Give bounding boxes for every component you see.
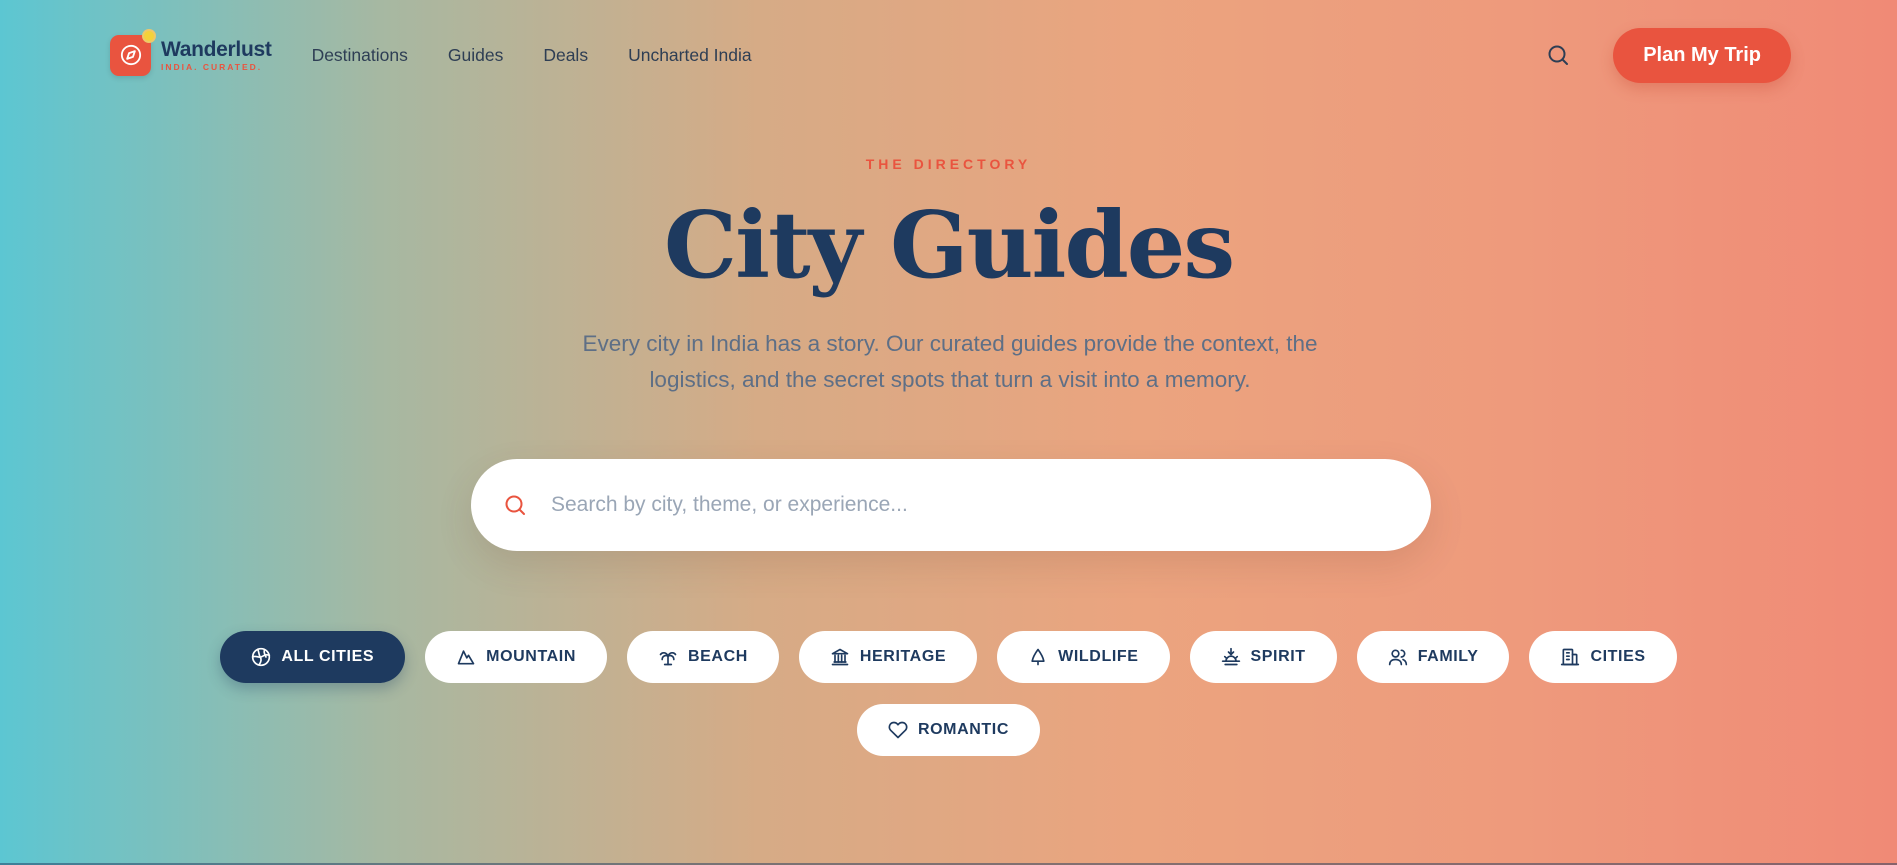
filter-chip-label: FAMILY	[1417, 648, 1479, 665]
filter-chip-label: HERITAGE	[859, 648, 947, 665]
globe-icon	[252, 647, 271, 667]
landmark-icon	[831, 648, 849, 666]
brand-logo[interactable]: Wanderlust INDIA. CURATED.	[110, 28, 272, 76]
filter-chip-cities[interactable]: CITIES	[1529, 631, 1677, 683]
brand-name: Wanderlust	[161, 37, 272, 61]
search-icon[interactable]	[1543, 40, 1573, 70]
page-title: City Guides	[663, 191, 1235, 299]
plan-my-trip-button[interactable]: Plan My Trip	[1613, 27, 1791, 83]
users-icon	[1388, 649, 1407, 666]
sunrise-icon	[1221, 647, 1240, 666]
search-icon	[505, 495, 525, 515]
filter-chip-wildlife[interactable]: WILDLIFE	[997, 631, 1170, 683]
filter-chip-all-cities[interactable]: ALL CITIES	[220, 631, 406, 683]
filter-chip-beach[interactable]: BEACH	[626, 631, 779, 683]
category-filters: ALL CITIES MOUNTAIN BEACH HERITAGE WILDL…	[180, 631, 1717, 756]
filter-chip-label: ALL CITIES	[281, 648, 375, 665]
filter-chip-label: CITIES	[1590, 648, 1646, 665]
filter-chip-heritage[interactable]: HERITAGE	[798, 631, 978, 683]
search-bar[interactable]	[471, 459, 1431, 551]
search-input[interactable]	[551, 493, 1371, 517]
page-subtitle: Every city in India has a story. Our cur…	[582, 331, 1318, 392]
filter-chip-label: WILDLIFE	[1058, 648, 1139, 665]
mountain-icon	[457, 650, 475, 665]
building-icon	[1561, 648, 1580, 666]
filter-chip-mountain[interactable]: MOUNTAIN	[425, 631, 607, 683]
filter-chip-family[interactable]: FAMILY	[1356, 631, 1510, 683]
nav-link-uncharted-india[interactable]: Uncharted India	[628, 45, 752, 66]
nav-link-deals[interactable]: Deals	[543, 45, 588, 66]
filter-chip-label: ROMANTIC	[917, 721, 1009, 738]
brand-tagline: INDIA. CURATED.	[161, 61, 263, 72]
filter-chip-label: SPIRIT	[1250, 648, 1306, 665]
top-navbar: Wanderlust INDIA. CURATED. Destinations …	[110, 27, 1791, 83]
heart-icon	[888, 721, 908, 739]
notification-dot	[142, 28, 156, 43]
palm-tree-icon	[659, 651, 677, 666]
nav-link-guides[interactable]: Guides	[448, 45, 503, 66]
tree-icon	[1031, 648, 1045, 666]
nav-link-destinations[interactable]: Destinations	[312, 45, 408, 66]
filter-chip-spirit[interactable]: SPIRIT	[1189, 631, 1337, 683]
filter-chip-label: BEACH	[687, 648, 748, 665]
filter-chip-romantic[interactable]: ROMANTIC	[856, 704, 1040, 756]
nav-links: Destinations Guides Deals Uncharted Indi…	[312, 45, 792, 66]
filter-chip-label: MOUNTAIN	[486, 648, 576, 665]
compass-icon	[110, 28, 156, 76]
section-eyebrow: THE DIRECTORY	[865, 156, 1032, 172]
